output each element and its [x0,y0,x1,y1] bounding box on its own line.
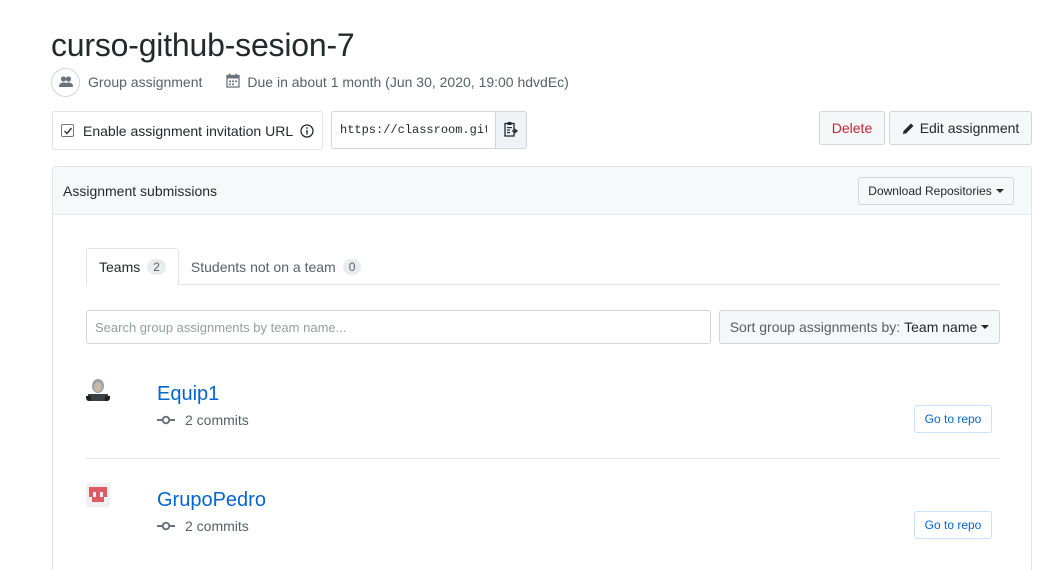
edit-assignment-button[interactable]: Edit assignment [889,111,1032,145]
team-row: Equip1 2 commits Go to repo [86,375,1000,459]
tab-teams[interactable]: Teams 2 [86,248,179,286]
submission-tabs: Teams 2 Students not on a team 0 [86,248,1000,286]
download-repositories-button[interactable]: Download Repositories [858,177,1014,205]
info-icon[interactable] [300,123,314,138]
copy-url-button[interactable] [496,111,527,149]
submissions-header: Assignment submissions Download Reposito… [53,167,1031,215]
tab-counter: 2 [147,259,166,275]
tab-students-not-on-team[interactable]: Students not on a team 0 [179,248,373,285]
team-avatar [86,483,110,507]
tab-counter: 0 [342,258,362,275]
submissions-panel: Assignment submissions Download Reposito… [52,166,1032,570]
invitation-label: Enable assignment invitation URL [83,122,294,139]
caret-down-icon [981,325,990,329]
team-row: GrupoPedro 2 commits Go to repo [86,481,1000,565]
team-avatar [86,377,110,401]
sort-prefix: Sort group assignments by: [729,319,901,335]
due-date: Due in about 1 month (Jun 30, 2020, 19:0… [247,74,569,90]
go-to-repo-button[interactable]: Go to repo [914,511,992,539]
commit-count-text: 2 commits [185,518,249,534]
invitation-url-group [331,111,527,149]
commit-icon [157,521,175,531]
pencil-icon [902,122,915,135]
caret-down-icon [995,189,1004,193]
commit-count-text: 2 commits [185,412,249,428]
invitation-toggle: Enable assignment invitation URL [52,111,323,150]
calendar-icon [226,73,241,91]
submissions-title: Assignment submissions [63,182,218,199]
edit-assignment-label: Edit assignment [919,120,1020,136]
team-name-link[interactable]: GrupoPedro [157,489,266,512]
sort-dropdown[interactable]: Sort group assignments by: Team name [719,310,1000,344]
team-name-link[interactable]: Equip1 [157,383,219,406]
sort-value: Team name [904,319,978,335]
page-title: curso-github-sesion-7 [51,27,355,63]
commit-icon [157,415,175,425]
assignment-meta: Group assignment Due in about 1 month (J… [51,67,569,97]
tab-label: Teams [99,259,141,275]
commit-count: 2 commits [157,518,249,534]
delete-button[interactable]: Delete [819,111,885,145]
commit-count: 2 commits [157,412,249,428]
assignment-type: Group assignment [88,74,203,90]
invitation-url-input[interactable] [331,111,496,149]
go-to-repo-button[interactable]: Go to repo [914,405,992,433]
team-search-input[interactable] [86,310,711,344]
invitation-checkbox[interactable] [61,124,74,137]
tab-label: Students not on a team [190,258,336,275]
download-label: Download Repositories [868,184,992,198]
clipboard-icon [504,121,519,140]
group-icon [51,67,80,97]
